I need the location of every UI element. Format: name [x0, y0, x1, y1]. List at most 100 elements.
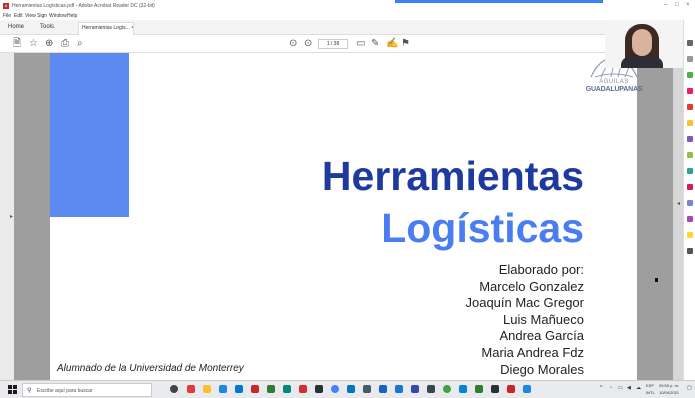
taskbar-app-icon[interactable] — [507, 385, 515, 393]
tab-bar: Home Tools Herramientas Logís... × — [0, 20, 695, 35]
author-name: Andrea García — [499, 328, 584, 344]
slide-title-line1: Herramientas — [321, 153, 584, 199]
acrobat-taskbar-icon[interactable] — [299, 385, 307, 393]
webcam-person-body — [621, 57, 663, 68]
taskbar-app-icon[interactable] — [363, 385, 371, 393]
spotify-icon[interactable] — [443, 385, 451, 393]
window-title: Herramientas Logísticas.pdf - Adobe Acro… — [12, 3, 155, 9]
tool-icon-14[interactable] — [687, 248, 693, 254]
clock-date[interactable]: 10/04/2021 — [659, 390, 679, 395]
tray-battery-icon[interactable]: ▭ — [618, 385, 623, 391]
tool-icon-4[interactable] — [687, 88, 693, 94]
tool-icon-13[interactable] — [687, 232, 693, 238]
taskbar-app-icon[interactable] — [491, 385, 499, 393]
tool-icon-5[interactable] — [687, 104, 693, 110]
chrome-icon[interactable] — [331, 385, 339, 393]
byline: Elaborado por: — [498, 262, 584, 277]
taskbar-app-icon[interactable] — [235, 385, 243, 393]
webcam-person-face — [632, 29, 652, 56]
tray-volume-icon[interactable]: ◀ — [627, 385, 631, 391]
taskbar-app-icon[interactable] — [267, 385, 275, 393]
expand-arrow-icon[interactable]: ▸ — [10, 213, 13, 220]
excel-icon[interactable] — [475, 385, 483, 393]
tool-icon-10[interactable] — [687, 184, 693, 190]
menu-help[interactable]: Help — [67, 13, 77, 19]
webcam-overlay — [605, 20, 683, 68]
zoom-icon[interactable]: ⌕ — [77, 38, 83, 50]
taskbar-search[interactable]: ⚲ Escribe aquí para buscar — [22, 383, 152, 397]
taskbar-app-icon[interactable] — [347, 385, 355, 393]
print-icon[interactable]: ⎙ — [61, 38, 69, 50]
taskbar-app-icon[interactable] — [427, 385, 435, 393]
windows-start-icon[interactable] — [8, 385, 17, 394]
tab-document[interactable]: Herramientas Logís... × — [78, 22, 134, 35]
tools-pane — [683, 20, 695, 380]
slide-margin-left — [14, 53, 50, 380]
maximize-icon[interactable]: □ — [675, 2, 679, 8]
logo-text-bottom: GUADALUPANAS — [585, 86, 643, 93]
menu-window[interactable]: Window — [49, 13, 67, 19]
star-icon[interactable]: ☆ — [29, 38, 38, 50]
tool-icon-11[interactable] — [687, 200, 693, 206]
sign-icon[interactable]: ✍ — [386, 38, 398, 50]
toolbar: 🗎 ☆ ⊕ ⎙ ⌕ ⊙ ⊙ 1 / 38 ▭ ✎ ✍ ⚑ — [0, 35, 683, 53]
minimize-icon[interactable]: – — [664, 2, 667, 8]
tag-icon[interactable]: ⚑ — [401, 38, 410, 50]
slide-margin-right — [637, 53, 673, 380]
tray-cloud-icon[interactable]: ☁ — [636, 385, 641, 391]
taskbar-app-icon[interactable] — [459, 385, 467, 393]
tab-tools[interactable]: Tools — [40, 24, 54, 30]
menu-view[interactable]: View — [25, 13, 36, 19]
clock-time[interactable]: 09:55 p. m. — [659, 383, 679, 388]
footer-note: Alumnado de la Universidad de Monterrey — [57, 363, 244, 374]
search-placeholder: Escribe aquí para buscar — [37, 388, 93, 394]
taskbar-app-icon[interactable] — [395, 385, 403, 393]
tab-home[interactable]: Home — [8, 24, 24, 30]
taskbar-app-icon[interactable] — [523, 385, 531, 393]
tool-icon-6[interactable] — [687, 120, 693, 126]
right-panel-arrow-icon[interactable]: ◂ — [677, 200, 682, 214]
menu-sign[interactable]: Sign — [37, 13, 47, 19]
left-panel-handle[interactable]: ▸ — [0, 53, 14, 380]
tool-icon-3[interactable] — [687, 72, 693, 78]
taskbar-app-icon[interactable] — [187, 385, 195, 393]
taskbar-app-icon[interactable] — [411, 385, 419, 393]
tool-icon-8[interactable] — [687, 152, 693, 158]
upload-icon[interactable]: ⊕ — [45, 38, 53, 50]
slide-page: ÁGUILAS GUADALUPANAS Herramientas Logíst… — [50, 53, 642, 380]
tool-icon-7[interactable] — [687, 136, 693, 142]
page-indicator[interactable]: 1 / 38 — [318, 39, 348, 49]
tool-icon-1[interactable] — [687, 40, 693, 46]
author-name: Maria Andrea Fdz — [481, 344, 584, 360]
page-current[interactable]: 1 — [327, 41, 330, 47]
menu-edit[interactable]: Edit — [14, 13, 23, 19]
pen-icon[interactable]: ✎ — [371, 38, 379, 50]
tray-lang[interactable]: ESP — [646, 383, 654, 388]
comment-icon[interactable]: ▭ — [356, 38, 365, 50]
tool-icon-2[interactable] — [687, 56, 693, 62]
tool-icon-9[interactable] — [687, 168, 693, 174]
taskbar-app-icon[interactable] — [283, 385, 291, 393]
taskbar: ⚲ Escribe aquí para buscar ^ ◔ ▭ ◀ ☁ ESP… — [0, 380, 695, 398]
file-explorer-icon[interactable] — [203, 385, 211, 393]
taskbar-app-icon[interactable] — [219, 385, 227, 393]
task-view-icon[interactable] — [170, 385, 178, 393]
menu-bar: File Edit View Sign Window Help — [0, 12, 695, 20]
menu-file[interactable]: File — [3, 13, 11, 19]
tool-icon-12[interactable] — [687, 216, 693, 222]
taskbar-app-icon[interactable] — [251, 385, 259, 393]
tray-network-icon[interactable]: ◔ — [609, 385, 612, 391]
close-icon[interactable]: × — [686, 2, 690, 8]
save-icon[interactable]: 🗎 — [13, 38, 21, 50]
page-up-icon[interactable]: ⊙ — [289, 38, 297, 50]
tray-region[interactable]: INTL — [646, 390, 655, 395]
notification-icon[interactable]: ▢ — [687, 385, 692, 391]
taskbar-app-icon[interactable] — [315, 385, 323, 393]
acrobat-app-icon: A — [3, 3, 9, 9]
authors-block: Elaborado por: Marcelo Gonzalez Joaquín … — [465, 262, 584, 378]
title-bar: A Herramientas Logísticas.pdf - Adobe Ac… — [0, 0, 695, 12]
author-name: Diego Morales — [500, 361, 584, 377]
tray-chevron-icon[interactable]: ^ — [600, 385, 602, 391]
page-down-icon[interactable]: ⊙ — [304, 38, 312, 50]
taskbar-app-icon[interactable] — [379, 385, 387, 393]
